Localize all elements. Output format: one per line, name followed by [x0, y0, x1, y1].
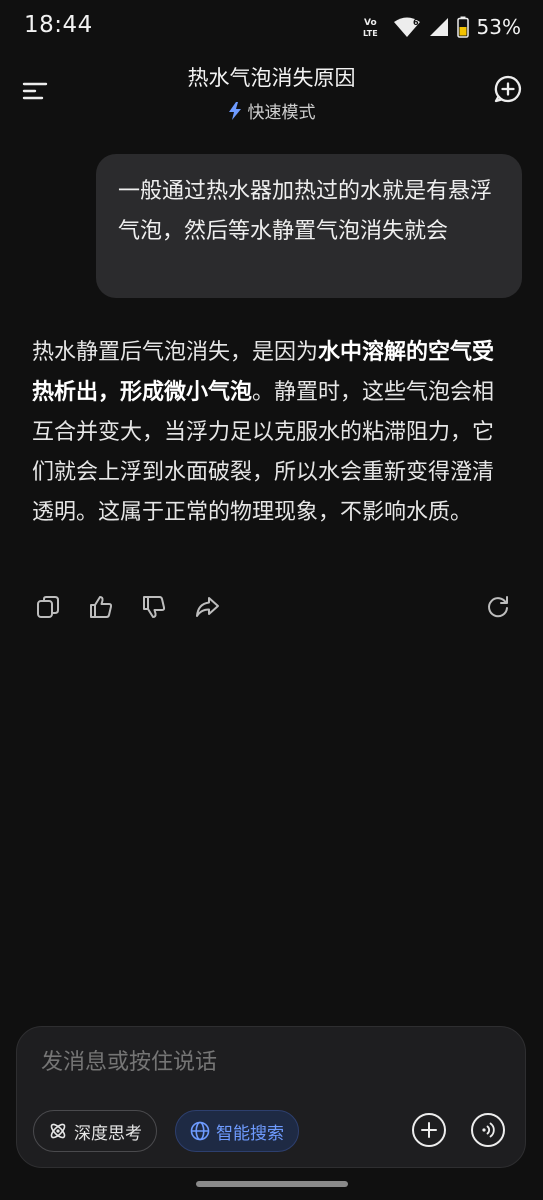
share-icon: [196, 597, 219, 617]
mode-indicator[interactable]: 快速模式: [0, 98, 543, 123]
deep-think-label: 深度思考: [74, 1123, 142, 1144]
battery-icon: [456, 16, 469, 38]
volte-icon: Vo LTE: [363, 15, 385, 39]
message-input[interactable]: [39, 1049, 483, 1076]
user-message-bubble[interactable]: 一般通过热水器加热过的水就是有悬浮气泡，然后等水静置气泡消失就会: [96, 154, 522, 298]
reply-actions: [34, 593, 510, 623]
regenerate-button[interactable]: [484, 593, 512, 621]
globe-icon: [190, 1121, 210, 1141]
new-chat-button[interactable]: [493, 74, 523, 104]
status-bar: 18:44 Vo LTE 6 53%: [0, 0, 543, 54]
regenerate-icon: [488, 596, 508, 618]
status-time: 18:44: [24, 12, 93, 38]
status-icons: Vo LTE 6 53%: [363, 14, 521, 40]
chat-header: 热水气泡消失原因 快速模式: [0, 54, 543, 134]
share-button[interactable]: [193, 593, 221, 621]
mode-label: 快速模式: [247, 103, 316, 123]
copy-button[interactable]: [34, 593, 62, 621]
assistant-reply[interactable]: 热水静置后气泡消失，是因为水中溶解的空气受热析出，形成微小气泡。静置时，这些气泡…: [32, 333, 502, 533]
copy-icon: [37, 596, 59, 618]
reply-text-part1: 热水静置后气泡消失，是因为: [32, 340, 319, 365]
atom-icon: [50, 1123, 66, 1139]
add-attachment-button[interactable]: [412, 1113, 446, 1147]
voice-call-button[interactable]: [471, 1113, 505, 1147]
voice-wave-icon: [482, 1122, 495, 1138]
svg-text:6: 6: [413, 18, 419, 27]
home-indicator[interactable]: [196, 1181, 348, 1187]
thumbs-down-icon: [143, 596, 166, 618]
cellular-signal-icon: [429, 17, 449, 37]
deep-think-toggle[interactable]: 深度思考: [33, 1110, 157, 1152]
battery-percent: 53%: [476, 15, 521, 39]
svg-text:Vo: Vo: [364, 18, 377, 28]
thumbs-up-icon: [90, 596, 113, 618]
dislike-button[interactable]: [140, 593, 168, 621]
plus-icon: [421, 1122, 437, 1138]
smart-search-toggle[interactable]: 智能搜索: [175, 1110, 299, 1152]
new-chat-icon: [494, 75, 521, 103]
like-button[interactable]: [87, 593, 115, 621]
wifi-icon: 6: [393, 16, 421, 38]
composer: 深度思考 智能搜索: [16, 1026, 526, 1168]
chat-title[interactable]: 热水气泡消失原因: [0, 62, 543, 92]
svg-text:LTE: LTE: [363, 29, 378, 38]
smart-search-label: 智能搜索: [216, 1123, 284, 1144]
lightning-icon: [228, 101, 241, 120]
